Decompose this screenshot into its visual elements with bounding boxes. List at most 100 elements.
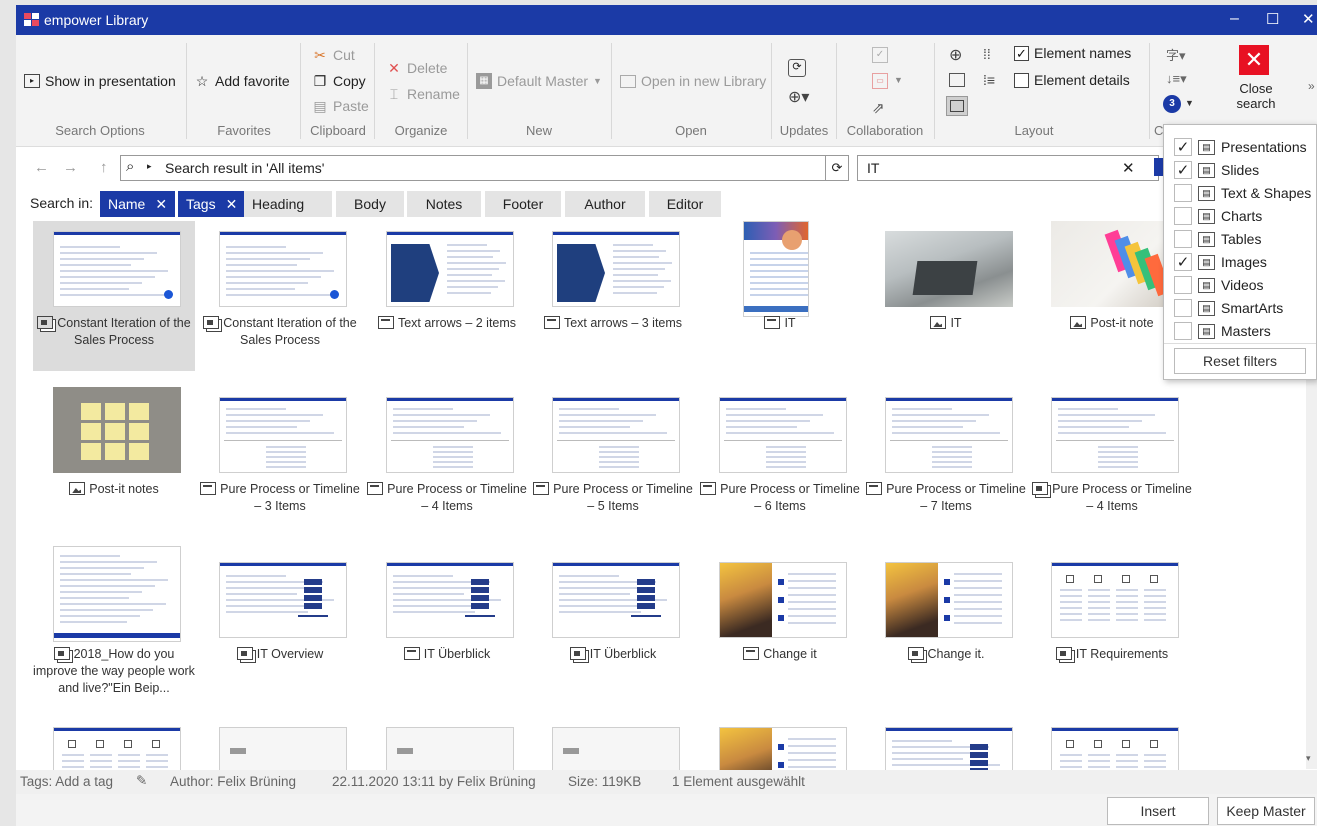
result-item[interactable] [199, 717, 361, 771]
keep-master-button[interactable]: Keep Master [1217, 797, 1315, 825]
collab-share-icon[interactable]: ▭ [872, 73, 888, 89]
element-details-checkbox[interactable]: Element details [1014, 72, 1130, 88]
chip-name[interactable]: Name ✕ [100, 191, 175, 217]
filter-item-slides[interactable]: ✓ ▤ Slides [1174, 159, 1259, 181]
updates-icon[interactable]: ⟳ [788, 59, 806, 77]
result-item[interactable]: 2018_How do you improve the way people w… [33, 546, 195, 702]
maximize-button[interactable]: ☐ [1266, 10, 1279, 28]
chip-notes[interactable]: Notes [407, 191, 481, 217]
thumb-footer [54, 633, 180, 638]
result-item[interactable]: IT Überblick [366, 552, 528, 702]
collab-check-icon[interactable]: ✓ [872, 47, 888, 63]
result-item[interactable]: Post-it notes [33, 387, 195, 537]
chip-heading[interactable]: Heading [244, 191, 332, 217]
scroll-down-icon[interactable]: ▾ [1306, 753, 1311, 764]
result-item[interactable] [366, 717, 528, 771]
filter-item-text-shapes[interactable]: ▤ Text & Shapes [1174, 182, 1311, 204]
search-input[interactable]: IT ✕ [857, 155, 1159, 181]
filter-checkbox[interactable] [1174, 322, 1192, 340]
back-arrow-icon[interactable]: ← [34, 159, 49, 176]
close-window-button[interactable]: ✕ [1302, 10, 1315, 28]
paste-button[interactable]: ▤ Paste [312, 98, 368, 114]
filter-checkbox[interactable]: ✓ [1174, 161, 1192, 179]
address-bar[interactable]: ⌕ ▸ Search result in 'All items' [120, 155, 842, 181]
result-item[interactable]: Change it [699, 552, 861, 702]
chip-author[interactable]: Author [565, 191, 645, 217]
result-item[interactable]: Pure Process or Timeline – 4 Items [1031, 387, 1193, 537]
filter-item-presentations[interactable]: ✓ ▤ Presentations [1174, 136, 1307, 158]
list-view-icon[interactable] [949, 73, 965, 87]
reset-filters-button[interactable]: Reset filters [1174, 348, 1306, 374]
thumb-text-line [559, 432, 667, 434]
result-item[interactable] [1031, 717, 1193, 771]
result-item[interactable]: Pure Process or Timeline – 5 Items [532, 387, 694, 537]
result-item[interactable]: Constant Iteration of the Sales Process [199, 221, 361, 371]
insert-button[interactable]: Insert [1107, 797, 1209, 825]
result-item[interactable]: Change it. [865, 552, 1027, 702]
chip-editor[interactable]: Editor [649, 191, 721, 217]
item-caption-text: Constant Iteration of the Sales Process [57, 316, 191, 347]
filter-checkbox[interactable]: ✓ [1174, 138, 1192, 156]
result-item[interactable]: Text arrows – 2 items [366, 221, 528, 371]
filter-checkbox[interactable]: ✓ [1174, 253, 1192, 271]
columns-icon[interactable]: ⁞⁞ [983, 46, 991, 62]
result-item[interactable]: Pure Process or Timeline – 7 Items [865, 387, 1027, 537]
copy-button[interactable]: ❐ Copy [312, 73, 366, 89]
result-item[interactable]: Constant Iteration of the Sales Process [33, 221, 195, 371]
tile-view-icon[interactable] [946, 96, 968, 116]
result-item[interactable]: IT Overview [199, 552, 361, 702]
forward-arrow-icon[interactable]: → [63, 159, 78, 176]
show-in-presentation-button[interactable]: ▸ Show in presentation [24, 73, 176, 89]
language-icon[interactable]: 字▾ [1166, 45, 1186, 64]
clear-search-icon[interactable]: ✕ [1122, 159, 1135, 177]
result-item[interactable] [33, 717, 195, 771]
delete-button[interactable]: ✕ Delete [386, 60, 447, 76]
filter-checkbox[interactable] [1174, 230, 1192, 248]
add-favorite-button[interactable]: ☆ Add favorite [194, 73, 290, 89]
result-item[interactable]: Pure Process or Timeline – 3 Items [199, 387, 361, 537]
presentation-icon: ▸ [24, 74, 40, 88]
filter-checkbox[interactable] [1174, 184, 1192, 202]
filter-badge[interactable]: 3 [1163, 95, 1181, 113]
result-item[interactable]: Pure Process or Timeline – 6 Items [699, 387, 861, 537]
result-item[interactable]: IT Überblick [532, 552, 694, 702]
cut-button[interactable]: ✂ Cut [312, 47, 355, 63]
result-item[interactable]: Pure Process or Timeline – 4 Items [366, 387, 528, 537]
default-master-button[interactable]: ▦ Default Master ▼ [476, 73, 602, 89]
rename-button[interactable]: ⌶ Rename [386, 86, 460, 102]
sort-icon[interactable]: ↓≡▾ [1166, 71, 1187, 87]
details-view-icon[interactable]: ⁞≡ [983, 72, 995, 88]
result-item[interactable]: IT Requirements [1031, 552, 1193, 702]
filter-item-videos[interactable]: ▤ Videos [1174, 274, 1264, 296]
result-item[interactable]: Text arrows – 3 items [532, 221, 694, 371]
collab-export-icon[interactable]: ⇗ [872, 99, 885, 117]
close-search-button[interactable]: ✕ Close search [1233, 45, 1279, 121]
zoom-icon[interactable]: ⊕ [949, 45, 962, 65]
tags-status[interactable]: Tags: Add a tag [20, 774, 113, 789]
minimize-button[interactable]: – [1230, 10, 1239, 28]
result-item[interactable]: IT [699, 221, 861, 371]
result-item[interactable] [699, 717, 861, 771]
element-names-checkbox[interactable]: ✓ Element names [1014, 45, 1131, 61]
open-in-new-library-button[interactable]: Open in new Library [620, 73, 766, 89]
filter-checkbox[interactable] [1174, 207, 1192, 225]
result-item[interactable] [865, 717, 1027, 771]
result-item[interactable]: IT [865, 221, 1027, 371]
filter-item-smartarts[interactable]: ▤ SmartArts [1174, 297, 1283, 319]
refresh-button[interactable]: ⟳ [825, 155, 849, 181]
globe-icon[interactable]: ⊕▾ [788, 87, 809, 107]
filter-item-tables[interactable]: ▤ Tables [1174, 228, 1261, 250]
chip-footer[interactable]: Footer [485, 191, 561, 217]
filter-checkbox[interactable] [1174, 276, 1192, 294]
filter-item-masters[interactable]: ▤ Masters [1174, 320, 1271, 342]
chip-tags[interactable]: Tags ✕ [178, 191, 246, 217]
ribbon-expand-icon[interactable]: » [1308, 79, 1315, 93]
filter-checkbox[interactable] [1174, 299, 1192, 317]
up-arrow-icon[interactable]: ↑ [100, 159, 108, 176]
chip-body[interactable]: Body [336, 191, 404, 217]
filter-item-images[interactable]: ✓ ▤ Images [1174, 251, 1267, 273]
filter-item-charts[interactable]: ▤ Charts [1174, 205, 1262, 227]
result-item[interactable] [532, 717, 694, 771]
pencil-icon[interactable]: ✎ [136, 773, 147, 789]
thumb-text-line [788, 580, 836, 582]
